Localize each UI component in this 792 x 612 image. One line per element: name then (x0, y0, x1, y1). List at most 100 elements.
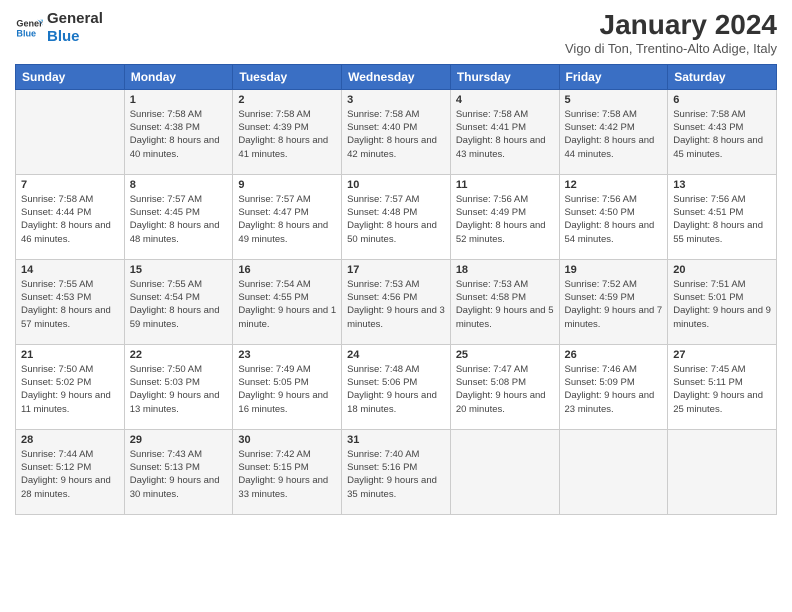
header-tuesday: Tuesday (233, 64, 342, 89)
header-wednesday: Wednesday (342, 64, 451, 89)
title-block: January 2024 Vigo di Ton, Trentino-Alto … (565, 10, 777, 56)
cell-info: Sunrise: 7:58 AMSunset: 4:40 PMDaylight:… (347, 108, 445, 161)
calendar-cell: 6 Sunrise: 7:58 AMSunset: 4:43 PMDaylight… (668, 89, 777, 174)
calendar-cell: 13Sunrise: 7:56 AMSunset: 4:51 PMDayligh… (668, 174, 777, 259)
day-number: 19 (565, 264, 663, 276)
cell-info: Sunrise: 7:58 AMSunset: 4:44 PMDaylight:… (21, 193, 119, 246)
day-number: 7 (21, 179, 119, 191)
day-number: 25 (456, 349, 554, 361)
day-number: 30 (238, 434, 336, 446)
cell-info: Sunrise: 7:46 AMSunset: 5:09 PMDaylight:… (565, 363, 663, 416)
calendar-cell (668, 429, 777, 514)
cell-info: Sunrise: 7:52 AMSunset: 4:59 PMDaylight:… (565, 278, 663, 331)
calendar-cell: 26 Sunrise: 7:46 AMSunset: 5:09 PMDayligh… (559, 344, 668, 429)
cell-info: Sunrise: 7:54 AMSunset: 4:55 PMDaylight:… (238, 278, 336, 331)
logo-general: General (47, 10, 103, 28)
calendar-cell: 11 Sunrise: 7:56 AMSunset: 4:49 PMDayligh… (450, 174, 559, 259)
cell-info: Sunrise: 7:48 AMSunset: 5:06 PMDaylight:… (347, 363, 445, 416)
cell-info: Sunrise: 7:51 AMSunset: 5:01 PMDaylight:… (673, 278, 771, 331)
day-number: 17 (347, 264, 445, 276)
cell-info: Sunrise: 7:53 AMSunset: 4:58 PMDaylight:… (456, 278, 554, 331)
cell-info: Sunrise: 7:55 AMSunset: 4:53 PMDaylight:… (21, 278, 119, 331)
day-number: 31 (347, 434, 445, 446)
day-number: 15 (130, 264, 228, 276)
cell-info: Sunrise: 7:58 AMSunset: 4:38 PMDaylight:… (130, 108, 228, 161)
cell-info: Sunrise: 7:50 AMSunset: 5:03 PMDaylight:… (130, 363, 228, 416)
calendar-cell: 5 Sunrise: 7:58 AMSunset: 4:42 PMDaylight… (559, 89, 668, 174)
cell-info: Sunrise: 7:57 AMSunset: 4:48 PMDaylight:… (347, 193, 445, 246)
cell-info: Sunrise: 7:58 AMSunset: 4:39 PMDaylight:… (238, 108, 336, 161)
calendar-cell: 14 Sunrise: 7:55 AMSunset: 4:53 PMDayligh… (16, 259, 125, 344)
calendar-cell: 7 Sunrise: 7:58 AMSunset: 4:44 PMDaylight… (16, 174, 125, 259)
cell-info: Sunrise: 7:42 AMSunset: 5:15 PMDaylight:… (238, 448, 336, 501)
cell-info: Sunrise: 7:56 AMSunset: 4:50 PMDaylight:… (565, 193, 663, 246)
calendar-cell: 21 Sunrise: 7:50 AMSunset: 5:02 PMDayligh… (16, 344, 125, 429)
day-number: 16 (238, 264, 336, 276)
calendar-cell (559, 429, 668, 514)
calendar-table: Sunday Monday Tuesday Wednesday Thursday… (15, 64, 777, 515)
day-number: 8 (130, 179, 228, 191)
cell-info: Sunrise: 7:53 AMSunset: 4:56 PMDaylight:… (347, 278, 445, 331)
calendar-week-3: 21 Sunrise: 7:50 AMSunset: 5:02 PMDayligh… (16, 344, 777, 429)
calendar-cell: 28Sunrise: 7:44 AMSunset: 5:12 PMDayligh… (16, 429, 125, 514)
calendar-cell: 22 Sunrise: 7:50 AMSunset: 5:03 PMDayligh… (124, 344, 233, 429)
logo: General Blue General Blue (15, 10, 103, 46)
cell-info: Sunrise: 7:58 AMSunset: 4:43 PMDaylight:… (673, 108, 771, 161)
cell-info: Sunrise: 7:58 AMSunset: 4:42 PMDaylight:… (565, 108, 663, 161)
cell-info: Sunrise: 7:57 AMSunset: 4:47 PMDaylight:… (238, 193, 336, 246)
cell-info: Sunrise: 7:49 AMSunset: 5:05 PMDaylight:… (238, 363, 336, 416)
cell-info: Sunrise: 7:44 AMSunset: 5:12 PMDaylight:… (21, 448, 119, 501)
calendar-cell (16, 89, 125, 174)
calendar-header-row: Sunday Monday Tuesday Wednesday Thursday… (16, 64, 777, 89)
cell-info: Sunrise: 7:47 AMSunset: 5:08 PMDaylight:… (456, 363, 554, 416)
svg-text:Blue: Blue (16, 28, 36, 38)
day-number: 9 (238, 179, 336, 191)
calendar-cell: 16 Sunrise: 7:54 AMSunset: 4:55 PMDayligh… (233, 259, 342, 344)
calendar-cell: 12Sunrise: 7:56 AMSunset: 4:50 PMDayligh… (559, 174, 668, 259)
day-number: 27 (673, 349, 771, 361)
calendar-week-0: 1Sunrise: 7:58 AMSunset: 4:38 PMDaylight… (16, 89, 777, 174)
svg-text:General: General (16, 19, 43, 29)
calendar-cell: 8 Sunrise: 7:57 AMSunset: 4:45 PMDaylight… (124, 174, 233, 259)
calendar-cell: 17 Sunrise: 7:53 AMSunset: 4:56 PMDayligh… (342, 259, 451, 344)
calendar-week-1: 7 Sunrise: 7:58 AMSunset: 4:44 PMDaylight… (16, 174, 777, 259)
calendar-cell: 3Sunrise: 7:58 AMSunset: 4:40 PMDaylight… (342, 89, 451, 174)
main-container: General Blue General Blue January 2024 V… (0, 0, 792, 520)
cell-info: Sunrise: 7:57 AMSunset: 4:45 PMDaylight:… (130, 193, 228, 246)
header-friday: Friday (559, 64, 668, 89)
calendar-cell (450, 429, 559, 514)
month-title: January 2024 (565, 10, 777, 41)
calendar-cell: 2 Sunrise: 7:58 AMSunset: 4:39 PMDaylight… (233, 89, 342, 174)
cell-info: Sunrise: 7:50 AMSunset: 5:02 PMDaylight:… (21, 363, 119, 416)
cell-info: Sunrise: 7:58 AMSunset: 4:41 PMDaylight:… (456, 108, 554, 161)
calendar-cell: 24Sunrise: 7:48 AMSunset: 5:06 PMDayligh… (342, 344, 451, 429)
calendar-cell: 4Sunrise: 7:58 AMSunset: 4:41 PMDaylight… (450, 89, 559, 174)
day-number: 2 (238, 94, 336, 106)
day-number: 21 (21, 349, 119, 361)
calendar-cell: 1Sunrise: 7:58 AMSunset: 4:38 PMDaylight… (124, 89, 233, 174)
calendar-cell: 31 Sunrise: 7:40 AMSunset: 5:16 PMDayligh… (342, 429, 451, 514)
day-number: 20 (673, 264, 771, 276)
calendar-week-2: 14 Sunrise: 7:55 AMSunset: 4:53 PMDayligh… (16, 259, 777, 344)
header-sunday: Sunday (16, 64, 125, 89)
calendar-cell: 29Sunrise: 7:43 AMSunset: 5:13 PMDayligh… (124, 429, 233, 514)
calendar-cell: 25 Sunrise: 7:47 AMSunset: 5:08 PMDayligh… (450, 344, 559, 429)
day-number: 5 (565, 94, 663, 106)
header-thursday: Thursday (450, 64, 559, 89)
day-number: 22 (130, 349, 228, 361)
day-number: 18 (456, 264, 554, 276)
calendar-cell: 10Sunrise: 7:57 AMSunset: 4:48 PMDayligh… (342, 174, 451, 259)
day-number: 14 (21, 264, 119, 276)
cell-info: Sunrise: 7:40 AMSunset: 5:16 PMDaylight:… (347, 448, 445, 501)
day-number: 23 (238, 349, 336, 361)
cell-info: Sunrise: 7:55 AMSunset: 4:54 PMDaylight:… (130, 278, 228, 331)
day-number: 11 (456, 179, 554, 191)
day-number: 6 (673, 94, 771, 106)
day-number: 26 (565, 349, 663, 361)
cell-info: Sunrise: 7:56 AMSunset: 4:49 PMDaylight:… (456, 193, 554, 246)
logo-icon: General Blue (15, 14, 43, 42)
calendar-cell: 9 Sunrise: 7:57 AMSunset: 4:47 PMDaylight… (233, 174, 342, 259)
header-monday: Monday (124, 64, 233, 89)
calendar-cell: 30 Sunrise: 7:42 AMSunset: 5:15 PMDayligh… (233, 429, 342, 514)
calendar-cell: 27Sunrise: 7:45 AMSunset: 5:11 PMDayligh… (668, 344, 777, 429)
